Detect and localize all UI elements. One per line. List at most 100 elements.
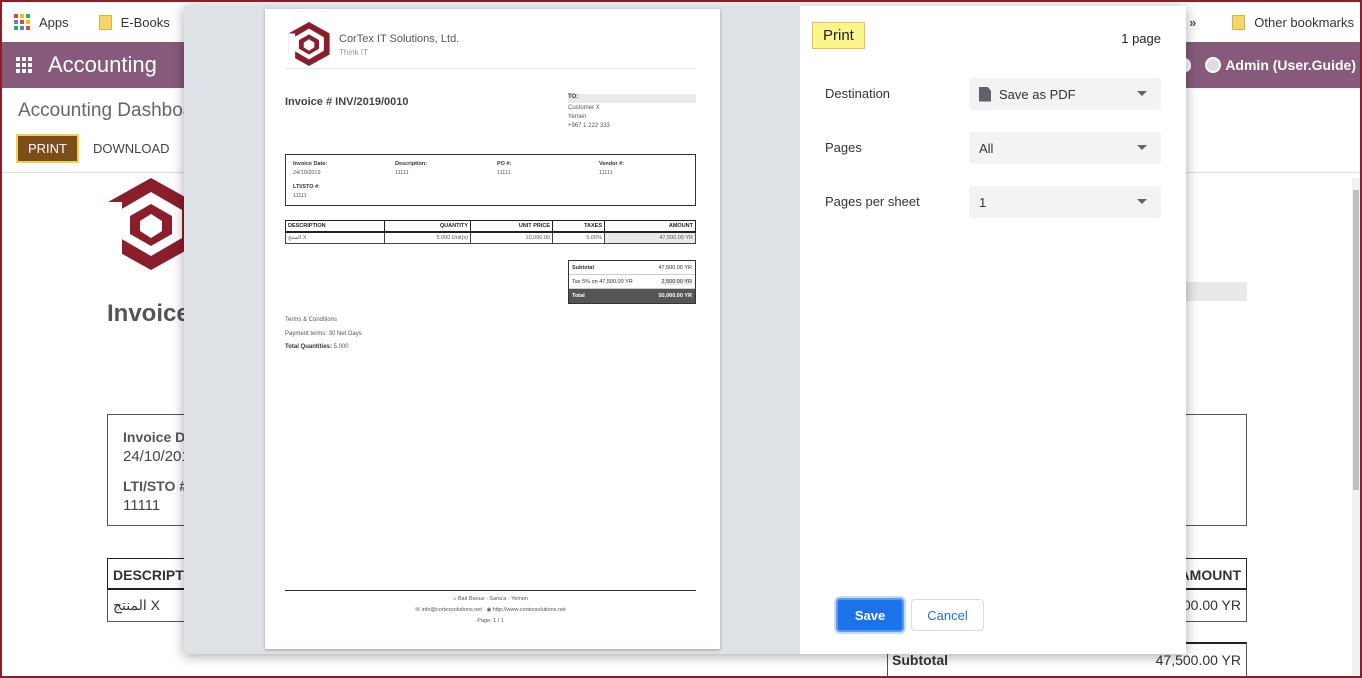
pages-per-sheet-value: 1: [979, 194, 987, 210]
preview-header-description: DESCRIPTION: [285, 220, 385, 233]
preview-payment-terms: Payment terms: 30 Net Days: [285, 330, 362, 337]
preview-phone: +967 1 222 333: [568, 123, 610, 129]
pages-label: Pages: [825, 140, 862, 155]
preview-total-qty-value: 5.000: [333, 344, 349, 350]
preview-lti-value: 11111: [293, 193, 307, 199]
apps-grid-icon: [14, 14, 30, 30]
preview-vendor-value: 11111: [599, 170, 613, 176]
preview-footer-address: ⌂ Bait Baous - Sana'a - Yemen: [285, 594, 696, 605]
preview-tagline: Think IT: [339, 48, 368, 57]
preview-total-label: Total: [572, 293, 585, 299]
preview-header-taxes: TAXES: [552, 220, 605, 233]
preview-country: Yemen: [568, 114, 587, 120]
destination-select[interactable]: Save as PDF: [969, 78, 1161, 110]
table-row: المنتج X 5.000 Unit(s) 10,000.00 5.00% 4…: [285, 231, 696, 244]
avatar[interactable]: [1205, 57, 1222, 73]
pages-per-sheet-select[interactable]: 1: [969, 186, 1161, 218]
chevron-down-icon: [1137, 91, 1147, 96]
destination-label: Destination: [825, 86, 891, 101]
print-dialog: CorTex IT Solutions, Ltd. Think IT Invoi…: [184, 6, 1186, 654]
bookmark-ebooks[interactable]: E-Books: [98, 14, 170, 30]
preview-notes: Terms & Conditions Payment terms: 30 Net…: [285, 314, 362, 355]
page-scrollbar[interactable]: [1352, 178, 1360, 678]
app-title[interactable]: Accounting: [48, 52, 157, 78]
preview-lti-label: LTI/STO #:: [293, 184, 320, 190]
download-button[interactable]: DOWNLOAD: [93, 141, 170, 156]
folder-icon: [98, 14, 112, 30]
preview-table-header: DESCRIPTION QUANTITY UNIT PRICE TAXES AM…: [285, 220, 696, 233]
preview-totals-box: Subtotal 47,500.00 YR Tax 5% on 47,500.0…: [568, 260, 696, 304]
preview-header-unit-price: UNIT PRICE: [470, 220, 553, 233]
preview-invoice-title: Invoice # INV/2019/0010: [285, 96, 409, 108]
preview-cell-taxes: 5.00%: [552, 231, 605, 244]
preview-cell-amount: 47,500.00 YR: [604, 231, 696, 244]
bookmark-apps[interactable]: Apps: [14, 14, 69, 30]
preview-page: CorTex IT Solutions, Ltd. Think IT Invoi…: [265, 9, 720, 649]
preview-customer-address: Customer X Yemen +967 1 222 333: [568, 104, 610, 131]
bookmark-apps-label: Apps: [39, 14, 69, 30]
amount-header: AMOUNT: [1179, 567, 1241, 583]
lti-value: 11111: [123, 497, 161, 514]
preview-tax-row: Tax 5% on 47,500.00 YR 2,500.00 YR: [569, 275, 695, 289]
print-settings-panel: Print 1 page Destination Save as PDF Pag…: [800, 6, 1186, 654]
preview-subtotal-label: Subtotal: [572, 265, 594, 271]
invoice-date-value: 24/10/201: [123, 448, 190, 465]
company-logo: [108, 178, 194, 272]
preview-total-qty-label: Total Quantities:: [285, 344, 332, 350]
pages-select[interactable]: All: [969, 132, 1161, 164]
preview-website: http://www.cortexsolutions.net: [492, 607, 566, 613]
pages-value: All: [979, 140, 994, 156]
breadcrumb[interactable]: Accounting Dashboa: [18, 100, 193, 122]
preview-tax-value: 2,500.00 YR: [661, 279, 692, 285]
preview-invoice-date-label: Invoice Date:: [293, 161, 328, 167]
preview-header-amount: AMOUNT: [604, 220, 696, 233]
preview-cell-description: المنتج X: [285, 231, 385, 244]
save-button[interactable]: Save: [836, 598, 904, 632]
preview-total-quantities: Total Quantities: 5.000: [285, 341, 362, 355]
preview-description-label: Description:: [395, 161, 428, 167]
print-button[interactable]: PRINT: [16, 134, 79, 163]
preview-customer: Customer X: [568, 105, 600, 111]
preview-tax-label: Tax 5% on 47,500.00 YR: [572, 279, 633, 285]
preview-to-label: TO:: [568, 94, 579, 100]
preview-info-box: Invoice Date: 24/10/2019 Description: 11…: [285, 154, 696, 206]
print-preview-area[interactable]: CorTex IT Solutions, Ltd. Think IT Invoi…: [184, 6, 800, 654]
lti-label: LTI/STO #: [123, 478, 188, 494]
preview-footer-contact: ✉ info@cortexsolutions.net ◉ http://www.…: [285, 605, 696, 616]
preview-to-bar: [568, 94, 696, 103]
chevron-down-icon: [1137, 145, 1147, 150]
invoice-title: Invoice: [107, 300, 190, 327]
invoice-date-label: Invoice Da: [123, 429, 194, 445]
scrollbar-thumb[interactable]: [1353, 190, 1359, 490]
preview-footer-divider: [285, 590, 696, 591]
user-menu[interactable]: Admin (User.Guide): [1225, 57, 1356, 73]
preview-email: info@cortexsolutions.net: [421, 607, 482, 613]
pages-per-sheet-label: Pages per sheet: [825, 194, 920, 209]
more-bookmarks-button[interactable]: »: [1189, 15, 1196, 30]
preview-po-value: 11111: [497, 170, 511, 176]
destination-value: Save as PDF: [999, 86, 1076, 102]
bookmark-other[interactable]: Other bookmarks: [1232, 14, 1354, 30]
print-dialog-title: Print: [812, 22, 865, 49]
report-toolbar: PRINT DOWNLOAD ED: [16, 134, 202, 163]
preview-po-label: PO #:: [497, 161, 512, 167]
preview-divider: [285, 68, 696, 69]
preview-total-value: 50,000.00 YR: [658, 293, 692, 299]
preview-invoice-date-value: 24/10/2019: [293, 170, 321, 176]
preview-vendor-label: Vendor #:: [599, 161, 625, 167]
app-menu-icon[interactable]: [16, 57, 32, 73]
document-icon: [979, 86, 991, 102]
preview-subtotal-row: Subtotal 47,500.00 YR: [569, 261, 695, 275]
preview-lines-table: DESCRIPTION QUANTITY UNIT PRICE TAXES AM…: [285, 220, 696, 244]
cancel-button[interactable]: Cancel: [911, 599, 984, 631]
chevron-down-icon: [1137, 199, 1147, 204]
subtotal-value: 47,500.00 YR: [1155, 652, 1241, 668]
preview-terms: Terms & Conditions: [285, 317, 338, 323]
address-highlight: [1185, 282, 1247, 301]
preview-subtotal-value: 47,500.00 YR: [658, 265, 692, 271]
preview-address: Bait Baous - Sana'a - Yemen: [457, 596, 528, 602]
preview-footer: ⌂ Bait Baous - Sana'a - Yemen ✉ info@cor…: [285, 594, 696, 627]
folder-icon: [1232, 14, 1246, 30]
bookmark-ebooks-label: E-Books: [120, 14, 170, 30]
preview-cell-unit-price: 10,000.00: [470, 231, 553, 244]
